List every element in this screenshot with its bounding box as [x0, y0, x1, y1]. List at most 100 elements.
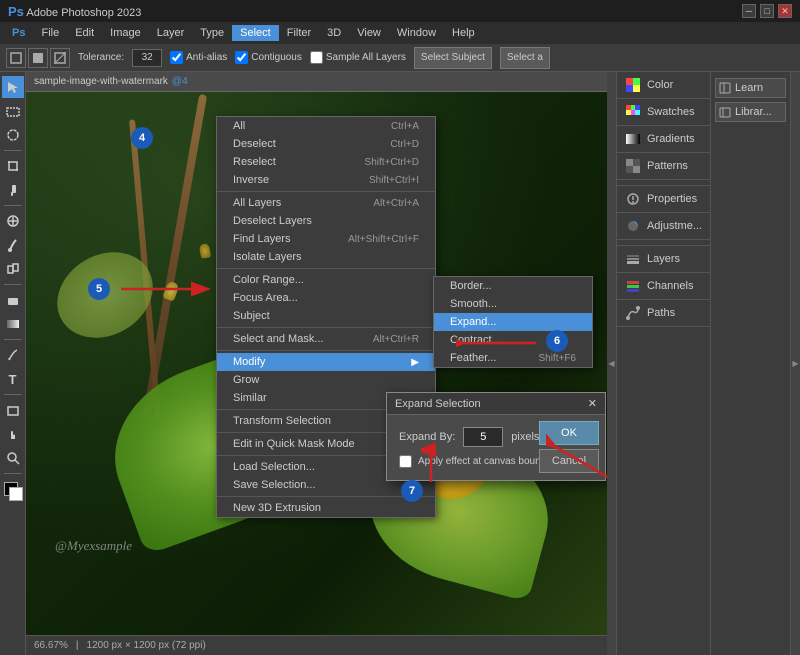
menu-filter[interactable]: Filter — [279, 25, 319, 41]
canvas-tab-zoom: @ — [172, 76, 182, 87]
tool-zoom[interactable] — [2, 447, 24, 469]
panel-color: Color — [617, 72, 710, 99]
tool-selection[interactable] — [2, 76, 24, 98]
channels-panel-header[interactable]: Channels — [617, 273, 710, 299]
swatches-panel-header[interactable]: Swatches — [617, 99, 710, 125]
menu-window[interactable]: Window — [389, 25, 444, 41]
tool-clone[interactable] — [2, 258, 24, 280]
select-inverse[interactable]: InverseShift+Ctrl+I — [217, 171, 435, 189]
tool-crop[interactable] — [2, 155, 24, 177]
tool-marquee[interactable] — [2, 100, 24, 122]
tool-option-3[interactable] — [50, 48, 70, 68]
menu-file[interactable]: File — [33, 25, 67, 41]
maximize-button[interactable]: □ — [760, 4, 774, 18]
select-find-layers[interactable]: Find LayersAlt+Shift+Ctrl+F — [217, 230, 435, 248]
tool-brush[interactable] — [2, 234, 24, 256]
watermark-text: @Myexsample — [55, 538, 132, 554]
menu-image[interactable]: Image — [102, 25, 149, 41]
select-grow[interactable]: Grow — [217, 371, 435, 389]
paths-label: Paths — [647, 307, 675, 319]
properties-icon — [625, 191, 641, 207]
sep-3 — [217, 327, 435, 328]
menu-layer[interactable]: Layer — [149, 25, 193, 41]
select-all[interactable]: AllCtrl+A — [217, 117, 435, 135]
learn-button[interactable]: Learn — [715, 78, 786, 98]
expand-dialog-close[interactable]: ✕ — [588, 397, 597, 410]
menu-help[interactable]: Help — [444, 25, 483, 41]
close-button[interactable]: ✕ — [778, 4, 792, 18]
properties-panel-header[interactable]: Properties — [617, 186, 710, 212]
select-isolate-layers[interactable]: Isolate Layers — [217, 248, 435, 266]
paths-panel-header[interactable]: Paths — [617, 300, 710, 326]
menu-edit[interactable]: Edit — [67, 25, 102, 41]
tool-shape[interactable] — [2, 399, 24, 421]
separator-6 — [4, 473, 22, 474]
tool-option-2[interactable] — [28, 48, 48, 68]
expand-by-input[interactable] — [463, 427, 503, 447]
arrow-7 — [421, 442, 451, 492]
panel-side: Learn Librar... — [710, 72, 790, 655]
collapse-left[interactable]: ◀ — [607, 72, 617, 655]
pixels-label: pixels — [511, 431, 539, 443]
step-badge-5: 5 — [88, 278, 110, 300]
gradients-panel-header[interactable]: Gradients — [617, 126, 710, 152]
layers-label: Layers — [647, 253, 680, 265]
select-focus-area[interactable]: Focus Area... — [217, 289, 435, 307]
color-icon — [625, 77, 641, 93]
select-subject[interactable]: Subject — [217, 307, 435, 325]
tool-hand[interactable] — [2, 423, 24, 445]
patterns-icon — [625, 158, 641, 174]
modify-border[interactable]: Border... — [434, 277, 592, 295]
sep-4 — [217, 350, 435, 351]
select-all-layers[interactable]: All LayersAlt+Ctrl+A — [217, 194, 435, 212]
foreground-color[interactable] — [2, 480, 24, 502]
select-reselect[interactable]: ReselectShift+Ctrl+D — [217, 153, 435, 171]
tool-pen[interactable] — [2, 344, 24, 366]
panel-properties: Properties — [617, 186, 710, 213]
patterns-panel-header[interactable]: Patterns — [617, 153, 710, 179]
arrow-5 — [116, 277, 216, 307]
select-deselect[interactable]: DeselectCtrl+D — [217, 135, 435, 153]
tool-eraser[interactable] — [2, 289, 24, 311]
tool-option-1[interactable] — [6, 48, 26, 68]
adjustments-panel-header[interactable]: Adjustme... — [617, 213, 710, 239]
color-panel-header[interactable]: Color — [617, 72, 710, 98]
main-layout: T sample-image-with-watermark @ 4 — [0, 72, 800, 655]
menu-select[interactable]: Select — [232, 25, 279, 41]
tool-text[interactable]: T — [2, 368, 24, 390]
select-a-button[interactable]: Select a — [500, 47, 550, 69]
color-label: Color — [647, 79, 673, 91]
select-subject-button[interactable]: Select Subject — [414, 47, 492, 69]
menu-ps[interactable]: Ps — [4, 25, 33, 41]
apply-checkbox[interactable] — [399, 455, 412, 468]
zoom-percent: 66.67% — [34, 640, 68, 651]
tool-eyedropper[interactable] — [2, 179, 24, 201]
menu-view[interactable]: View — [349, 25, 389, 41]
minimize-button[interactable]: ─ — [742, 4, 756, 18]
canvas-tab[interactable]: sample-image-with-watermark @ 4 — [26, 72, 607, 92]
separator-4 — [4, 339, 22, 340]
libraries-button[interactable]: Librar... — [715, 102, 786, 122]
antialias-check[interactable]: Anti-alias — [170, 51, 227, 64]
panel-gradients: Gradients — [617, 126, 710, 153]
tool-lasso[interactable] — [2, 124, 24, 146]
collapse-right[interactable]: ▶ — [790, 72, 800, 655]
menu-type[interactable]: Type — [192, 25, 232, 41]
select-color-range[interactable]: Color Range... — [217, 271, 435, 289]
sample-all-check[interactable]: Sample All Layers — [310, 51, 406, 64]
status-spacer: | — [76, 640, 79, 651]
select-select-mask[interactable]: Select and Mask...Alt+Ctrl+R — [217, 330, 435, 348]
paths-icon — [625, 305, 641, 321]
tool-heal[interactable] — [2, 210, 24, 232]
contiguous-check[interactable]: Contiguous — [235, 51, 302, 64]
modify-smooth[interactable]: Smooth... — [434, 295, 592, 313]
layers-panel-header[interactable]: Layers — [617, 246, 710, 272]
select-deselect-layers[interactable]: Deselect Layers — [217, 212, 435, 230]
modify-expand[interactable]: Expand... — [434, 313, 592, 331]
tool-gradient[interactable] — [2, 313, 24, 335]
properties-label: Properties — [647, 193, 697, 205]
tolerance-input[interactable] — [132, 49, 162, 67]
select-new-3d[interactable]: New 3D Extrusion — [217, 499, 435, 517]
select-modify[interactable]: Modify▶ — [217, 353, 435, 371]
menu-3d[interactable]: 3D — [319, 25, 349, 41]
